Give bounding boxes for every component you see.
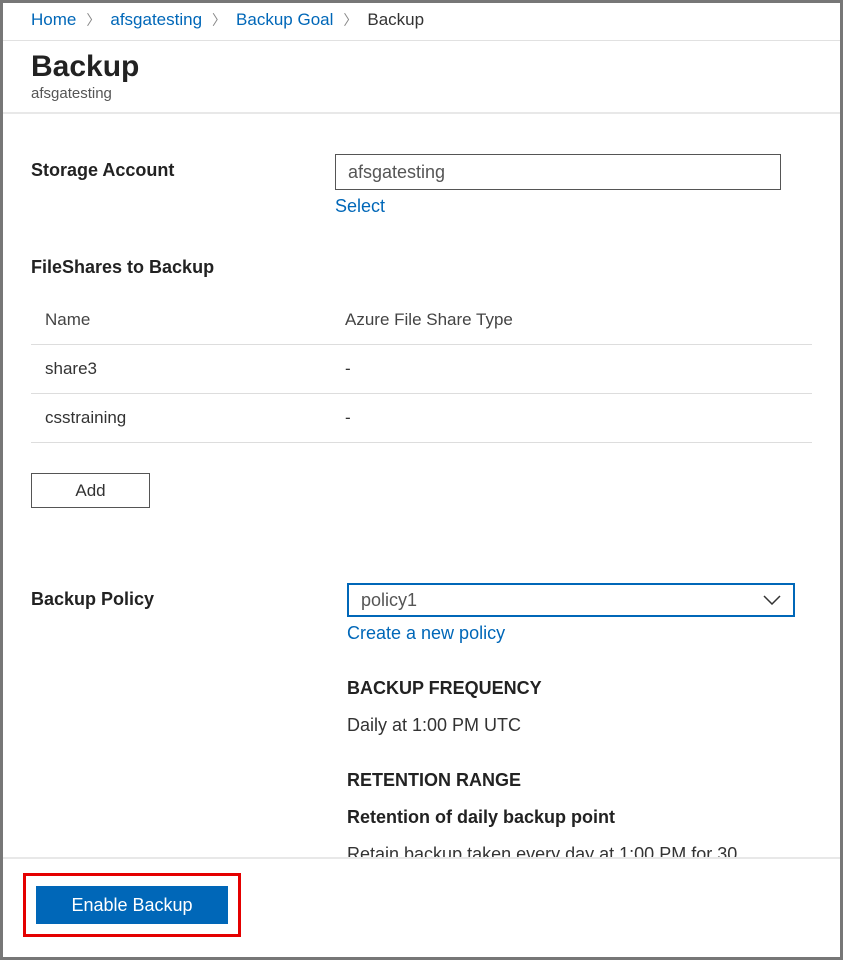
chevron-right-icon: 〉 [212, 10, 226, 30]
policy-info: BACKUP FREQUENCY Daily at 1:00 PM UTC RE… [347, 678, 812, 865]
enable-backup-button[interactable]: Enable Backup [36, 886, 228, 924]
retention-daily-heading: Retention of daily backup point [347, 807, 812, 828]
storage-account-label: Storage Account [31, 154, 335, 217]
fileshares-heading: FileShares to Backup [31, 257, 812, 278]
table-header: Name Azure File Share Type [31, 298, 812, 345]
footer-bar: Enable Backup [3, 857, 840, 957]
cell-name: csstraining [45, 408, 345, 428]
storage-account-input[interactable] [335, 154, 781, 190]
cell-type: - [345, 408, 812, 428]
policy-dropdown[interactable]: policy1 [347, 583, 795, 617]
col-name-header: Name [45, 310, 345, 330]
page-header: Backup afsgatesting [3, 41, 840, 114]
cell-name: share3 [45, 359, 345, 379]
table-row: csstraining - [31, 394, 812, 443]
breadcrumb: Home 〉 afsgatesting 〉 Backup Goal 〉 Back… [3, 3, 840, 41]
page-subtitle: afsgatesting [31, 85, 812, 102]
col-type-header: Azure File Share Type [345, 310, 812, 330]
breadcrumb-home[interactable]: Home [31, 10, 76, 30]
chevron-right-icon: 〉 [343, 10, 357, 30]
chevron-right-icon: 〉 [86, 10, 100, 30]
backup-policy-section: Backup Policy policy1 Create a new polic… [31, 583, 812, 865]
retention-range-heading: RETENTION RANGE [347, 770, 812, 791]
create-policy-link[interactable]: Create a new policy [347, 623, 505, 644]
fileshares-table: Name Azure File Share Type share3 - csst… [31, 298, 812, 443]
content-area: Storage Account Select FileShares to Bac… [3, 114, 840, 957]
highlight-box: Enable Backup [23, 873, 241, 937]
page-title: Backup [31, 49, 812, 85]
backup-frequency-value: Daily at 1:00 PM UTC [347, 715, 812, 736]
backup-frequency-heading: BACKUP FREQUENCY [347, 678, 812, 699]
chevron-down-icon [763, 595, 781, 605]
breadcrumb-backup-goal[interactable]: Backup Goal [236, 10, 333, 30]
cell-type: - [345, 359, 812, 379]
storage-account-row: Storage Account Select [31, 154, 812, 217]
backup-policy-label: Backup Policy [31, 583, 347, 865]
select-storage-link[interactable]: Select [335, 196, 385, 217]
policy-selected-value: policy1 [361, 590, 417, 611]
add-button[interactable]: Add [31, 473, 150, 508]
table-row: share3 - [31, 345, 812, 394]
breadcrumb-current: Backup [367, 10, 424, 30]
breadcrumb-afsgatesting[interactable]: afsgatesting [110, 10, 202, 30]
backup-window: Home 〉 afsgatesting 〉 Backup Goal 〉 Back… [3, 3, 840, 957]
